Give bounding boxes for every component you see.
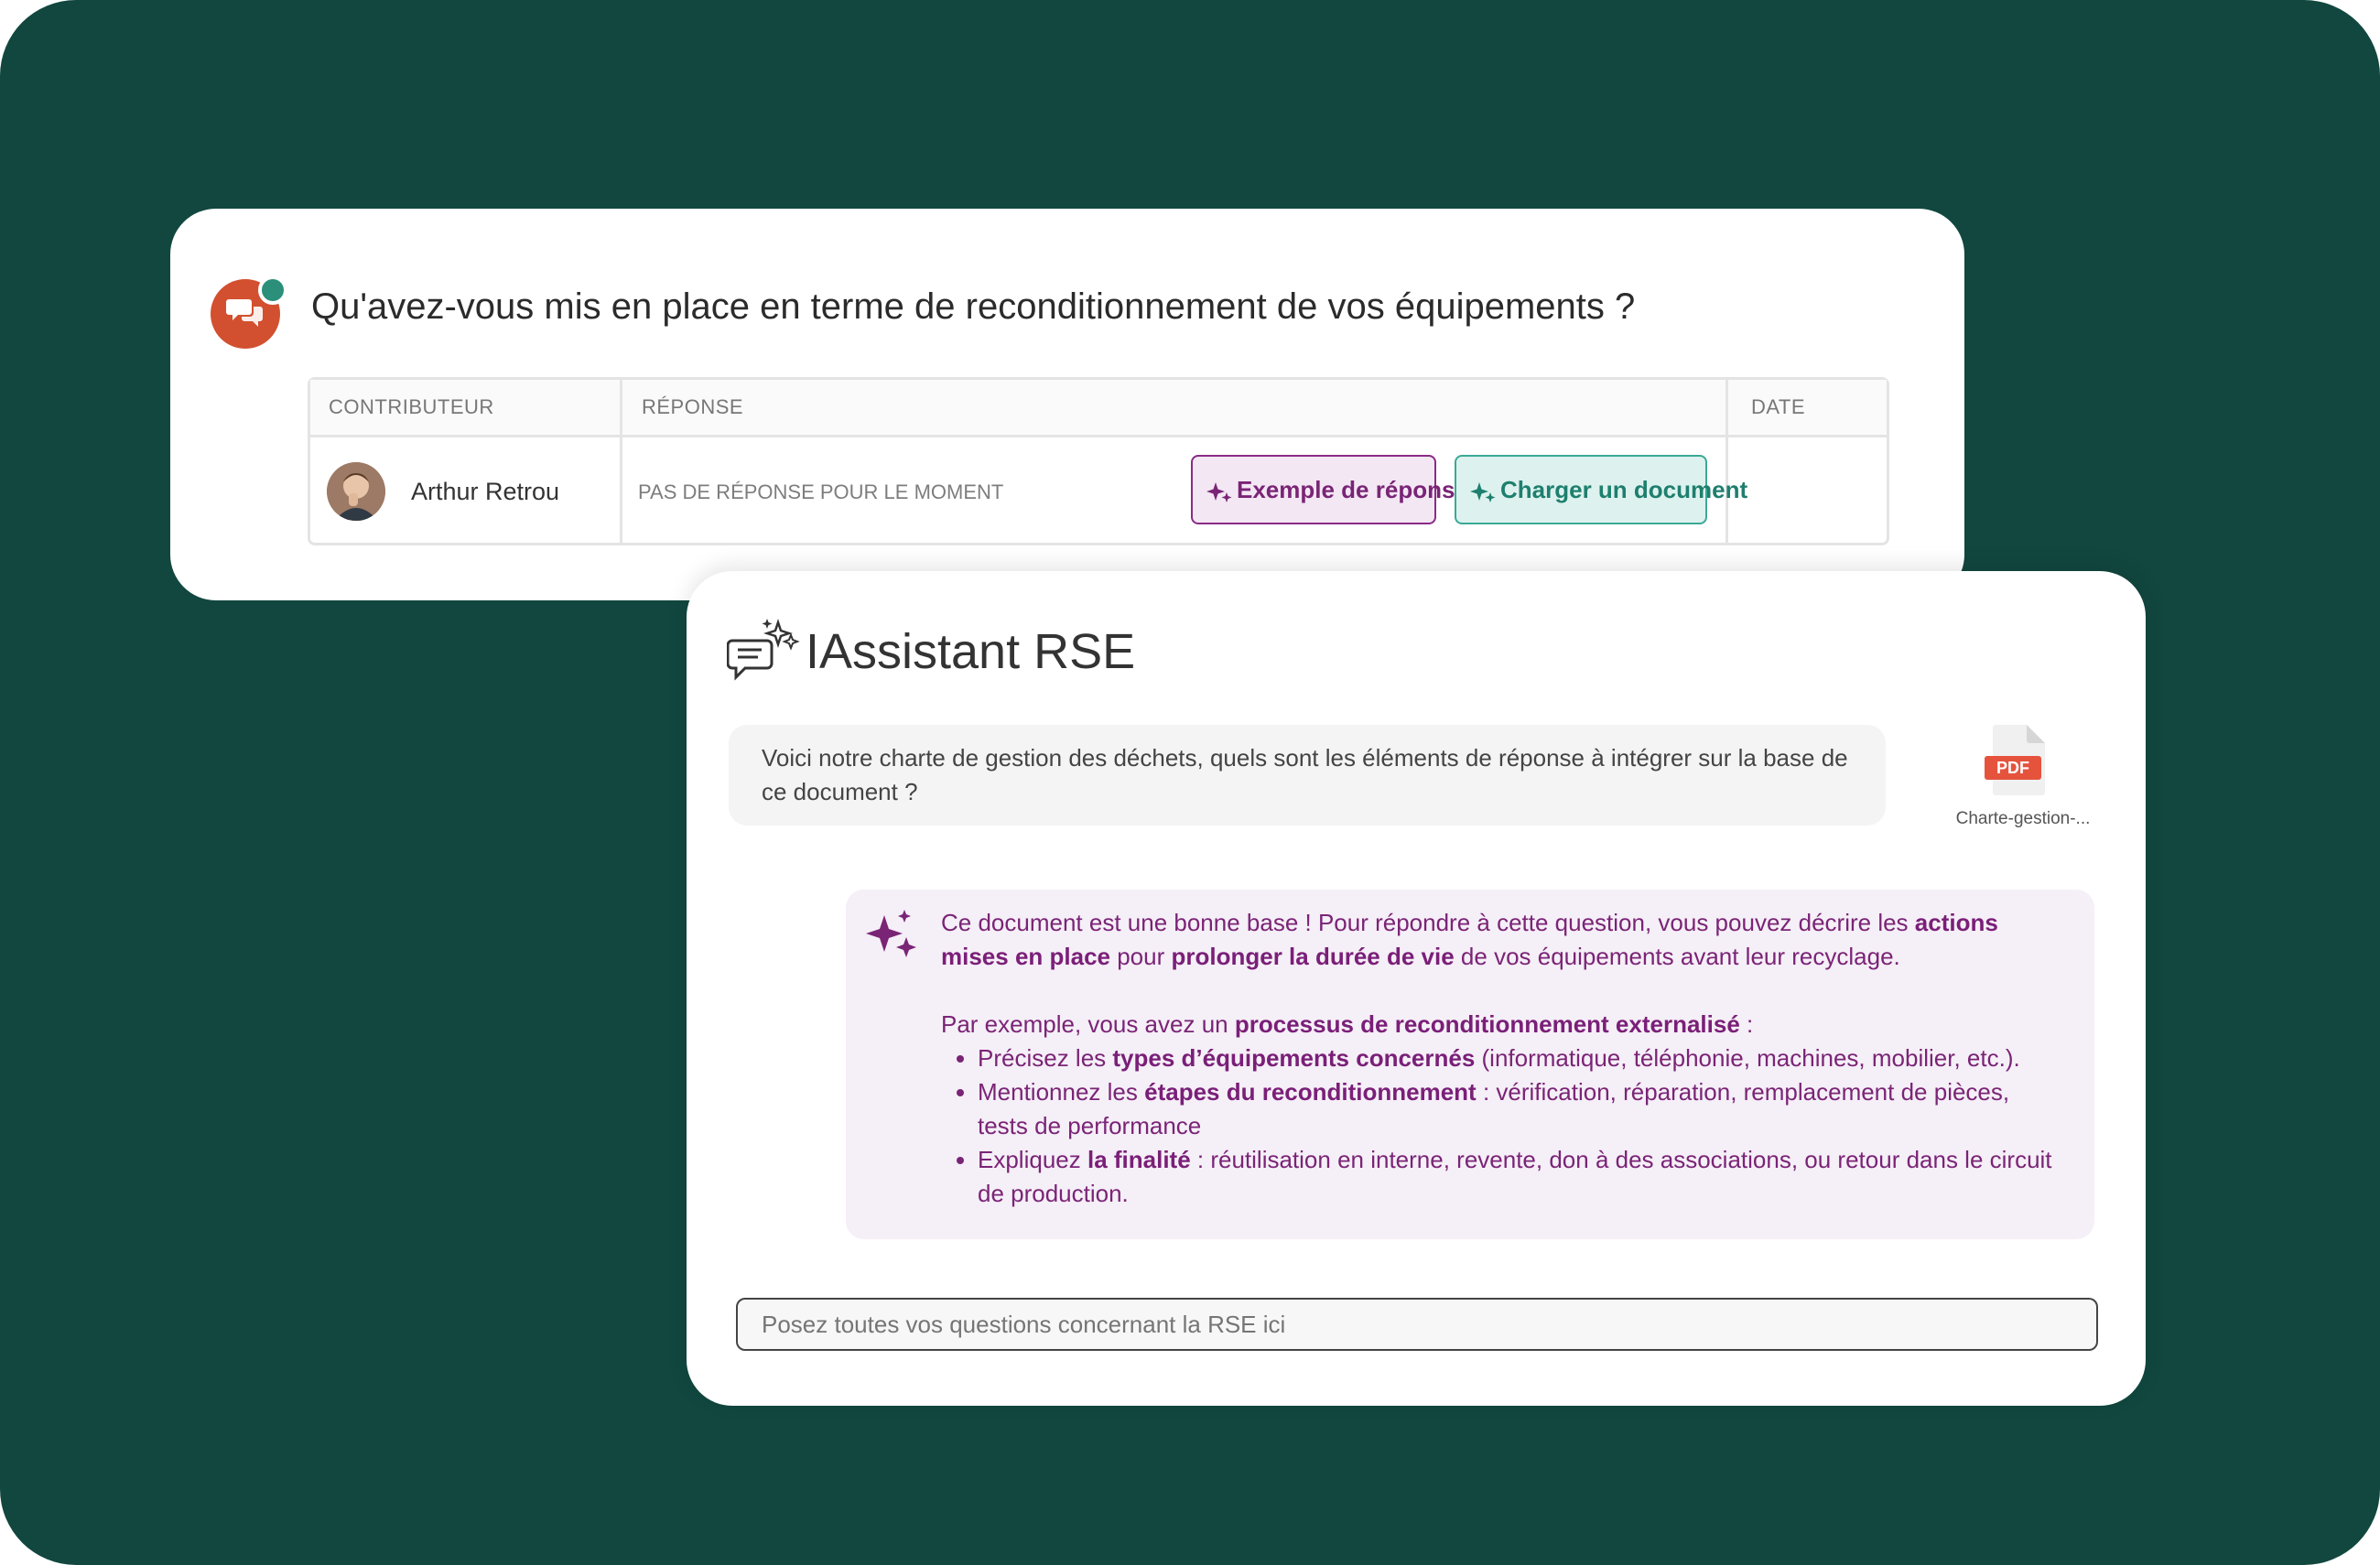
reply-text: (informatique, téléphonie, machines, mob… <box>1475 1044 2020 1072</box>
reply-emphasis: prolonger la durée de vie <box>1171 943 1455 970</box>
question-title: Qu'avez-vous mis en place en terme de re… <box>311 286 1636 327</box>
user-message: Voici notre charte de gestion des déchet… <box>729 725 1886 826</box>
column-header-date: DATE <box>1751 395 1806 418</box>
reply-text: Par exemple, vous avez un <box>941 1010 1235 1038</box>
reply-emphasis: étapes du reconditionnement <box>1144 1078 1477 1106</box>
assistant-reply-avatar <box>864 908 923 971</box>
pdf-file-icon: PDF <box>1985 725 2045 795</box>
upload-document-button[interactable]: Charger un document <box>1455 455 1747 524</box>
pdf-attachment[interactable]: PDF <box>1985 723 2050 801</box>
contributor-avatar <box>327 462 385 521</box>
example-answer-button[interactable]: Exemple de réponse <box>1191 455 1468 524</box>
attachment-filename: Charte-gestion-... <box>1955 809 2091 828</box>
contributor-name: Arthur Retrou <box>411 478 560 505</box>
reply-text: Ce document est une bonne base ! Pour ré… <box>941 909 1915 936</box>
column-divider <box>620 380 622 543</box>
reply-text: Précisez les <box>978 1044 1113 1072</box>
reply-text: pour <box>1110 943 1172 970</box>
reply-text: Mentionnez les <box>978 1078 1145 1106</box>
assistant-reply-text: Ce document est une bonne base ! Pour ré… <box>941 906 2063 1211</box>
list-item: Précisez les types d’équipements concern… <box>978 1042 2063 1075</box>
reply-bullet-list: Précisez les types d’équipements concern… <box>941 1042 2063 1211</box>
reply-text: Expliquez <box>978 1146 1087 1173</box>
sparkles-icon <box>866 910 916 957</box>
question-input[interactable] <box>736 1298 2098 1351</box>
reply-emphasis: processus de reconditionnement externali… <box>1234 1010 1740 1038</box>
reply-text: : <box>1739 1010 1754 1038</box>
chat-bubbles-icon <box>226 299 263 327</box>
reply-emphasis: types d’équipements concernés <box>1112 1044 1476 1072</box>
contributions-table: CONTRIBUTEUR RÉPONSE DATE Arthur Retrou … <box>308 377 1889 545</box>
column-header-response: RÉPONSE <box>642 395 744 418</box>
status-dot <box>258 275 287 305</box>
chat-sparkle-icon <box>726 619 800 681</box>
sparkles-icon <box>1470 482 1496 502</box>
sparkles-icon <box>1206 482 1232 502</box>
reply-text: de vos équipements avant leur recyclage. <box>1454 943 1900 970</box>
reply-paragraph: Par exemple, vous avez un processus de r… <box>941 1008 2063 1042</box>
pdf-badge: PDF <box>1996 759 2029 777</box>
list-item: Expliquez la finalité : réutilisation en… <box>978 1143 2063 1211</box>
reply-emphasis: la finalité <box>1087 1146 1191 1173</box>
upload-document-label: Charger un document <box>1500 476 1748 503</box>
list-item: Mentionnez les étapes du reconditionneme… <box>978 1075 2063 1143</box>
example-answer-label: Exemple de réponse <box>1237 476 1468 503</box>
response-status: PAS DE RÉPONSE POUR LE MOMENT <box>638 480 1004 503</box>
table-header: CONTRIBUTEUR RÉPONSE DATE <box>310 380 1887 437</box>
assistant-logo <box>726 617 800 691</box>
page-background: Qu'avez-vous mis en place en terme de re… <box>0 0 2380 1565</box>
assistant-title: IAssistant RSE <box>806 624 1136 679</box>
column-header-contributor: CONTRIBUTEUR <box>329 395 494 418</box>
reply-paragraph: Ce document est une bonne base ! Pour ré… <box>941 906 2063 974</box>
